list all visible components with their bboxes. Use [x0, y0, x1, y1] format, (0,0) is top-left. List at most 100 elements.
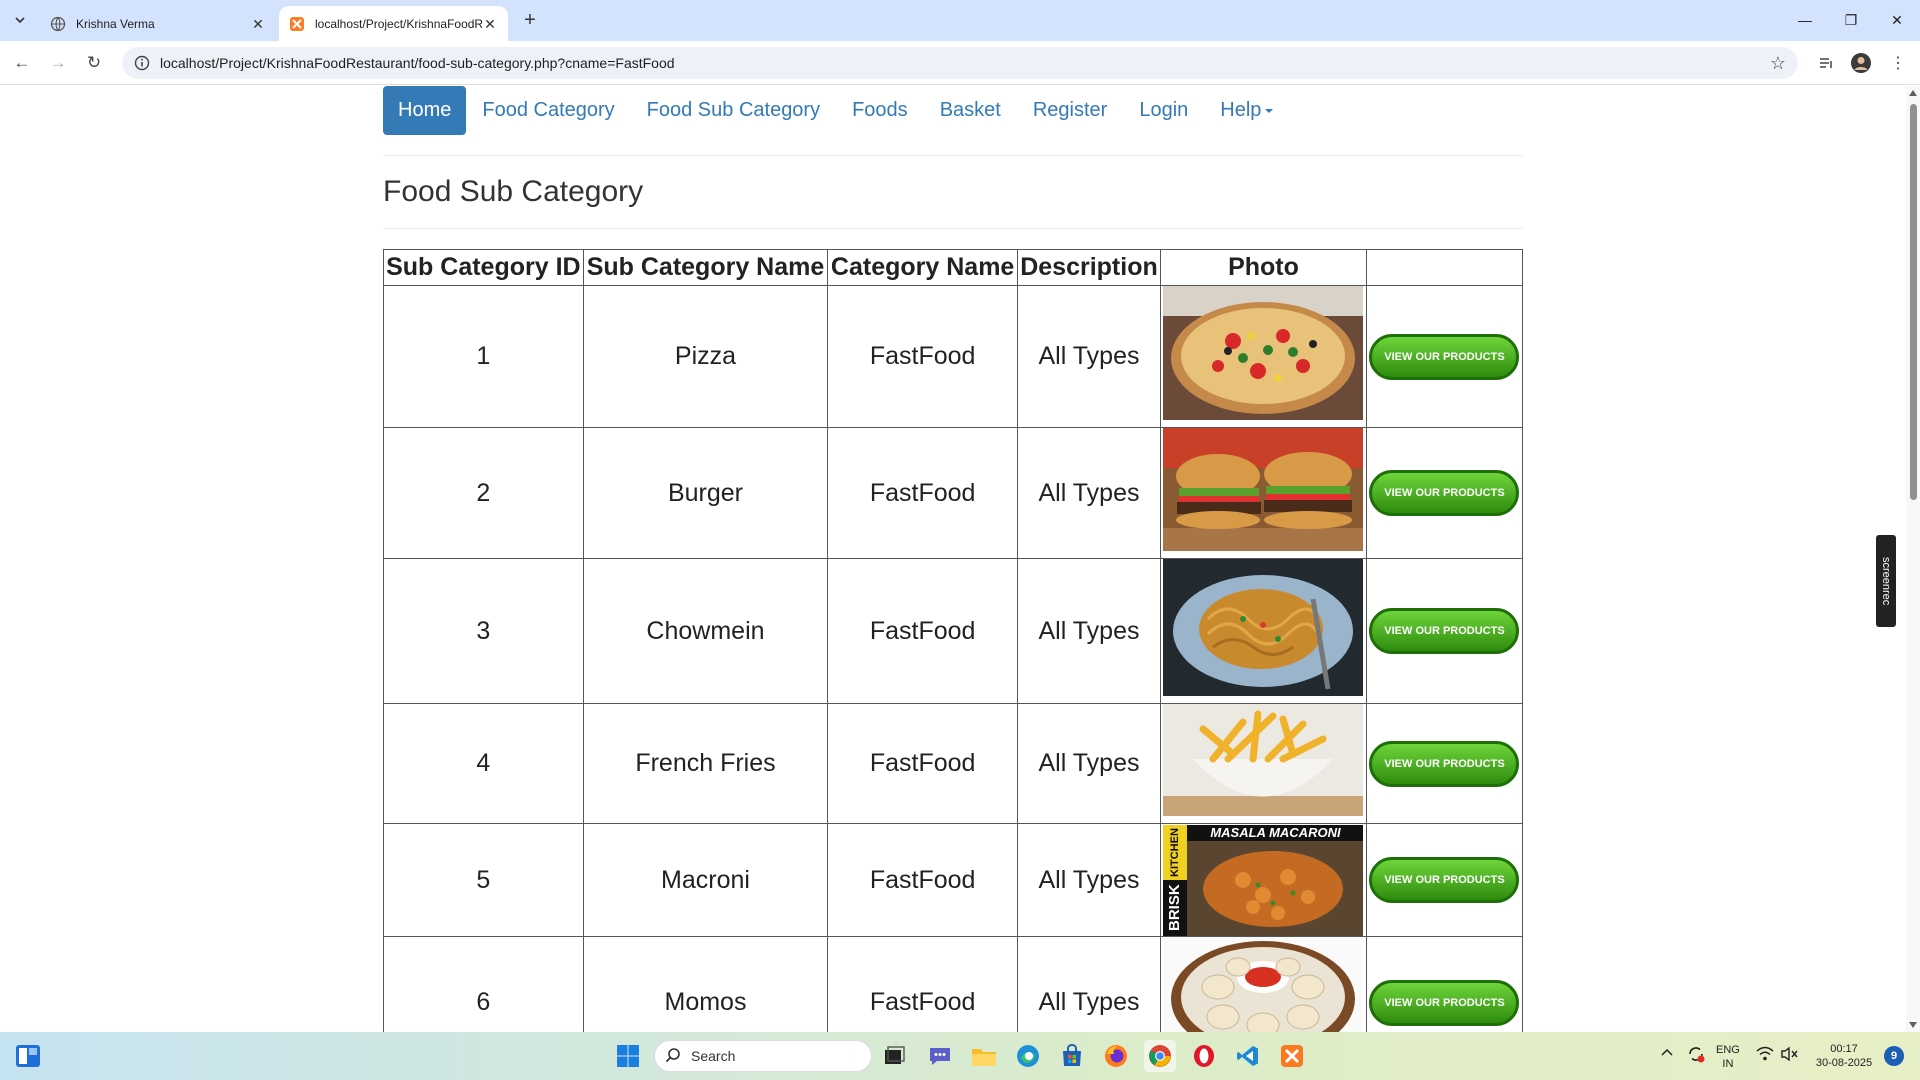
media-control-icon[interactable] [1812, 49, 1840, 77]
browser-tab-krishna[interactable]: Krishna Verma ✕ [40, 6, 276, 41]
language-region: IN [1722, 1058, 1734, 1070]
cell-action: VIEW OUR PRODUCTS [1365, 558, 1524, 704]
cell-name: Macroni [582, 823, 829, 937]
col-header-photo: Photo [1159, 249, 1367, 286]
cell-photo [1159, 558, 1367, 704]
edge-browser-icon[interactable] [1012, 1040, 1044, 1072]
nav-login[interactable]: Login [1123, 86, 1204, 135]
page-scrollbar[interactable] [1906, 86, 1920, 1032]
bookmark-star-icon[interactable]: ☆ [1770, 53, 1786, 74]
reload-icon[interactable]: ↻ [80, 49, 108, 77]
opera-icon[interactable] [1188, 1040, 1220, 1072]
scroll-up-icon[interactable] [1909, 90, 1917, 96]
xampp-taskbar-icon[interactable] [1276, 1040, 1308, 1072]
view-products-button[interactable]: VIEW OUR PRODUCTS [1369, 979, 1520, 1026]
tab-close-icon[interactable]: ✕ [250, 16, 266, 32]
show-hidden-icons-chevron-icon[interactable] [1660, 1046, 1674, 1064]
back-arrow-icon[interactable]: ← [8, 49, 36, 77]
cell-name: Chowmein [582, 558, 829, 704]
nav-food-sub-category[interactable]: Food Sub Category [631, 86, 836, 135]
scroll-down-icon[interactable] [1909, 1022, 1917, 1028]
cell-description: All Types [1017, 703, 1161, 824]
restore-icon[interactable]: ❐ [1828, 0, 1874, 40]
site-navbar: Home Food Category Food Sub Category Foo… [383, 86, 1523, 156]
nav-home[interactable]: Home [383, 86, 467, 135]
clock[interactable]: 00:17 30-08-2025 [1812, 1042, 1876, 1070]
close-window-icon[interactable]: ✕ [1874, 0, 1920, 40]
xampp-icon [290, 16, 304, 31]
nav-basket[interactable]: Basket [924, 86, 1017, 135]
url-text: localhost/Project/KrishnaFoodRestaurant/… [160, 55, 675, 71]
cell-photo [1159, 285, 1367, 428]
globe-icon [50, 16, 66, 31]
address-bar[interactable]: localhost/Project/KrishnaFoodRestaurant/… [122, 47, 1798, 79]
teams-chat-icon[interactable] [924, 1040, 956, 1072]
cell-photo [1159, 427, 1367, 559]
taskbar-search-input[interactable]: Search [654, 1040, 872, 1072]
vscode-icon[interactable] [1232, 1040, 1264, 1072]
search-placeholder: Search [691, 1048, 736, 1064]
cell-name: Pizza [582, 285, 829, 428]
cell-id: 3 [383, 558, 584, 704]
forward-arrow-icon[interactable]: → [44, 49, 72, 77]
view-products-button[interactable]: VIEW OUR PRODUCTS [1369, 333, 1520, 380]
cell-category: FastFood [827, 703, 1018, 824]
col-header-id: Sub Category ID [383, 249, 584, 286]
col-header-category: Category Name [827, 249, 1018, 286]
view-products-button[interactable]: VIEW OUR PRODUCTS [1369, 608, 1520, 654]
nav-help-dropdown[interactable]: Help [1204, 86, 1289, 135]
cell-id: 1 [383, 285, 584, 428]
notification-badge[interactable]: 9 [1884, 1046, 1904, 1066]
screenrec-widget[interactable]: screenrec [1876, 535, 1896, 627]
browser-toolbar: ← → ↻ localhost/Project/KrishnaFoodResta… [0, 41, 1920, 85]
nav-register[interactable]: Register [1017, 86, 1123, 135]
tab-search-chevron-icon[interactable] [8, 8, 32, 32]
sync-status-icon[interactable] [1686, 1044, 1706, 1068]
nav-food-category[interactable]: Food Category [466, 86, 630, 135]
col-header-name: Sub Category Name [582, 249, 829, 286]
tab-close-icon[interactable]: ✕ [482, 16, 498, 32]
cell-id: 6 [383, 936, 584, 1032]
cell-description: All Types [1017, 823, 1161, 937]
microsoft-store-icon[interactable] [1056, 1040, 1088, 1072]
cell-category: FastFood [827, 427, 1018, 559]
page-container: Home Food Category Food Sub Category Foo… [383, 86, 1524, 1032]
site-info-icon[interactable] [134, 55, 150, 71]
language-code: ENG [1716, 1044, 1740, 1056]
widgets-icon[interactable] [12, 1040, 44, 1072]
search-icon [665, 1047, 681, 1066]
browser-menu-icon[interactable]: ⋮ [1884, 49, 1912, 77]
sub-category-table: Sub Category ID Sub Category Name Catego… [383, 249, 1524, 1032]
language-indicator[interactable]: ENG IN [1716, 1043, 1740, 1071]
view-products-button[interactable]: VIEW OUR PRODUCTS [1369, 740, 1520, 787]
browser-tab-strip: Krishna Verma ✕ localhost/Project/Krishn… [0, 0, 1920, 41]
windows-taskbar: Search ENG IN 00:17 30-08-2025 9 [0, 1032, 1920, 1080]
windows-start-icon[interactable] [612, 1040, 644, 1072]
logo-kitchen-text: KITCHEN [1163, 824, 1188, 880]
nav-foods[interactable]: Foods [836, 86, 924, 135]
firefox-icon[interactable] [1100, 1040, 1132, 1072]
caret-down-icon [1265, 108, 1274, 113]
clock-time: 00:17 [1830, 1043, 1858, 1055]
cell-action: VIEW OUR PRODUCTS [1365, 285, 1524, 428]
cell-id: 4 [383, 703, 584, 824]
wifi-icon[interactable] [1756, 1046, 1774, 1066]
cell-category: FastFood [827, 823, 1018, 937]
browser-tab-localhost[interactable]: localhost/Project/KrishnaFoodR ✕ [279, 6, 508, 41]
profile-avatar[interactable] [1847, 49, 1875, 77]
new-tab-icon[interactable]: + [518, 8, 542, 32]
page-viewport: Home Food Category Food Sub Category Foo… [0, 86, 1906, 1032]
file-explorer-icon[interactable] [968, 1040, 1000, 1072]
cell-description: All Types [1017, 285, 1161, 428]
minimize-icon[interactable]: — [1782, 0, 1828, 40]
scrollbar-thumb[interactable] [1910, 104, 1917, 500]
view-products-button[interactable]: VIEW OUR PRODUCTS [1369, 470, 1520, 516]
task-view-icon[interactable] [878, 1040, 910, 1072]
nav-help-label: Help [1220, 99, 1262, 121]
cell-category: FastFood [827, 285, 1018, 428]
chrome-icon[interactable] [1144, 1040, 1176, 1072]
table-row: 1 Pizza FastFood All Types VIEW OUR PROD… [383, 285, 1524, 428]
volume-muted-icon[interactable] [1780, 1046, 1798, 1066]
momos-image [1163, 937, 1364, 1032]
view-products-button[interactable]: VIEW OUR PRODUCTS [1369, 857, 1520, 903]
